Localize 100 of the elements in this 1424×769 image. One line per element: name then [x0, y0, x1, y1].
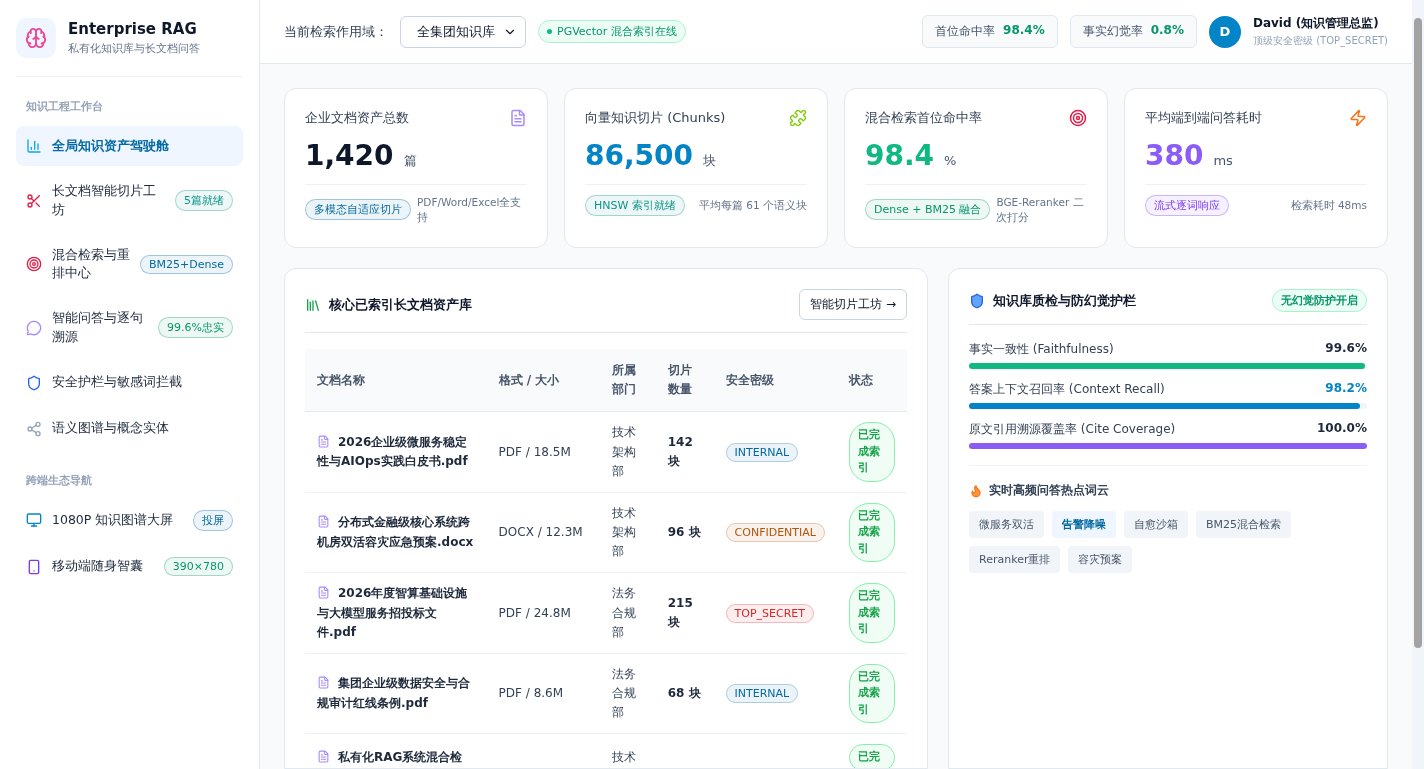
stat-value: 86,500 — [585, 139, 694, 172]
security-tag: INTERNAL — [725, 442, 799, 462]
document-name: 集团企业级数据安全与合规审计红线条例.pdf — [305, 653, 487, 734]
metric-chip: 事实幻觉率 0.8% — [1069, 15, 1197, 48]
status-tag: 已完成索引 — [849, 583, 895, 643]
puzzle-icon — [789, 109, 807, 127]
sidebar-item[interactable]: 语义图谱与概念实体 — [16, 408, 243, 449]
count-badge: 5篇就绪 — [175, 190, 233, 212]
sidebar-item[interactable]: 安全护栏与敏感词拦截 — [16, 362, 243, 403]
table-cell: 技术架构部 — [599, 492, 656, 573]
keyword-tag[interactable]: BM25混合检索 — [1196, 511, 1292, 538]
keyword-tag[interactable]: 微服务双活 — [969, 511, 1044, 538]
security-tag: INTERNAL — [725, 684, 799, 704]
count-badge: 99.6%忠实 — [158, 317, 233, 339]
count-badge: 投屏 — [193, 509, 233, 531]
stat-tag: Dense + BM25 融合 — [865, 199, 991, 221]
keyword-tag[interactable]: Reranker重排 — [969, 546, 1061, 573]
scope-select[interactable]: 全集团知识库 — [400, 15, 526, 48]
metric-value: 99.6% — [1325, 341, 1367, 357]
document-icon — [317, 676, 330, 690]
stat-unit: 篇 — [403, 152, 417, 170]
status-badge: 无幻觉防护开启 — [1272, 289, 1367, 312]
table-cell: PDF / 24.8M — [486, 572, 600, 654]
monitor-icon — [26, 512, 42, 528]
phone-icon — [26, 558, 42, 575]
status-tag: 已完成索引 — [849, 422, 895, 482]
scope-label: 当前检索作用域： — [284, 22, 388, 41]
table-cell: PDF / 18.5M — [486, 411, 600, 493]
metric-label: 事实一致性 (Faithfulness) — [969, 341, 1114, 358]
column-header: 格式 / 大小 — [486, 349, 600, 412]
stat-value: 98.4 — [865, 139, 935, 172]
keyword-tag[interactable]: 告警降噪 — [1052, 511, 1116, 538]
table-cell: DOCX / 12.3M — [486, 492, 600, 573]
column-header: 状态 — [837, 349, 907, 412]
target-icon — [26, 256, 42, 273]
graph-icon — [26, 420, 42, 437]
scrollbar[interactable] — [1412, 0, 1424, 769]
sidebar-item[interactable]: 全局知识资产驾驶舱 — [16, 126, 243, 166]
sidebar-item[interactable]: 移动端随身智囊 390×780 — [16, 546, 243, 587]
table-cell: 法务合规部 — [599, 653, 656, 734]
stat-tag: 流式逐词响应 — [1145, 195, 1229, 216]
document-icon — [317, 750, 330, 764]
table-cell: PDF / 8.6M — [486, 653, 600, 734]
sidebar-item[interactable]: 1080P 知识图谱大屏 投屏 — [16, 499, 243, 541]
doc-icon — [509, 109, 527, 127]
column-header: 文档名称 — [305, 349, 487, 412]
status-tag: 已完成索引 — [849, 502, 895, 563]
stat-title: 向量知识切片 (Chunks) — [585, 109, 726, 127]
shield-icon — [969, 292, 985, 309]
table-cell: 技术 — [599, 733, 656, 768]
document-icon — [317, 515, 330, 529]
sidebar-item[interactable]: 长文档智能切片工坊 5篇就绪 — [16, 172, 243, 230]
count-badge: 390×780 — [163, 557, 233, 576]
section-heading: 跨端生态导航 — [26, 472, 93, 488]
document-name: 2026企业级微服务稳定性与AIOps实践白皮书.pdf — [305, 411, 487, 493]
target-icon — [1069, 109, 1087, 127]
app-subtitle: 私有化知识库与长文档问答 — [68, 41, 200, 56]
slicing-workshop-button[interactable]: 智能切片工坊 → — [799, 289, 907, 320]
column-header: 安全密级 — [713, 349, 837, 412]
status-tag: 已完 — [849, 744, 895, 768]
document-icon — [317, 434, 330, 448]
stat-title: 混合检索首位命中率 — [865, 109, 982, 127]
stat-note: 检索耗时 48ms — [1290, 198, 1367, 213]
user-role: 顶级安全密级 (TOP_SECRET) — [1253, 34, 1388, 48]
metric-label: 原文引用溯源覆盖率 (Cite Coverage) — [969, 421, 1176, 438]
status-badge: PGVector 混合索引在线 — [538, 20, 686, 43]
document-name: 2026年度智算基础设施与大模型服务招投标文件.pdf — [305, 572, 487, 654]
stat-value: 1,420 — [305, 139, 394, 172]
bolt-icon — [1349, 109, 1367, 127]
security-tag: CONFIDENTIAL — [725, 523, 825, 543]
metric-value: 100.0% — [1317, 421, 1367, 437]
user-avatar[interactable]: D — [1209, 15, 1241, 48]
security-tag: TOP_SECRET — [725, 603, 814, 623]
table-cell: 96 块 — [655, 492, 714, 573]
stat-title: 平均端到端问答耗时 — [1145, 109, 1262, 127]
books-icon — [305, 296, 321, 313]
chart-icon — [26, 138, 42, 154]
table-cell: 215 块 — [655, 572, 714, 654]
document-icon — [317, 586, 330, 600]
stat-value: 380 — [1145, 139, 1204, 172]
keyword-tag[interactable]: 自愈沙箱 — [1124, 511, 1188, 538]
section-title: 实时高频问答热点词云 — [989, 482, 1109, 499]
stat-tag: 多模态自适应切片 — [305, 199, 411, 221]
stat-title: 企业文档资产总数 — [305, 109, 409, 127]
table-cell: 技术架构部 — [599, 411, 656, 493]
app-title: Enterprise RAG — [68, 20, 198, 38]
document-name: 私有化RAG系统混合检 — [305, 733, 487, 768]
stat-note: 平均每篇 61 个语义块 — [698, 198, 807, 213]
scissors-icon — [26, 192, 42, 209]
stat-note: PDF/Word/Excel全支持 — [417, 195, 523, 225]
metric-label: 答案上下文召回率 (Context Recall) — [969, 381, 1165, 398]
table-cell: 法务合规部 — [599, 572, 656, 654]
sidebar-item[interactable]: 混合检索与重排中心 BM25+Dense — [16, 235, 243, 293]
count-badge: BM25+Dense — [140, 254, 233, 274]
document-name: 分布式金融级核心系统跨机房双活容灾应急预案.docx — [305, 492, 487, 573]
sidebar-item[interactable]: 智能问答与逐句溯源 99.6%忠实 — [16, 299, 243, 357]
stat-tag: HNSW 索引就绪 — [585, 195, 685, 216]
keyword-tag[interactable]: 容灾预案 — [1068, 546, 1133, 573]
card-title: 知识库质检与防幻觉护栏 — [993, 291, 1136, 310]
column-header: 切片数量 — [655, 349, 714, 412]
